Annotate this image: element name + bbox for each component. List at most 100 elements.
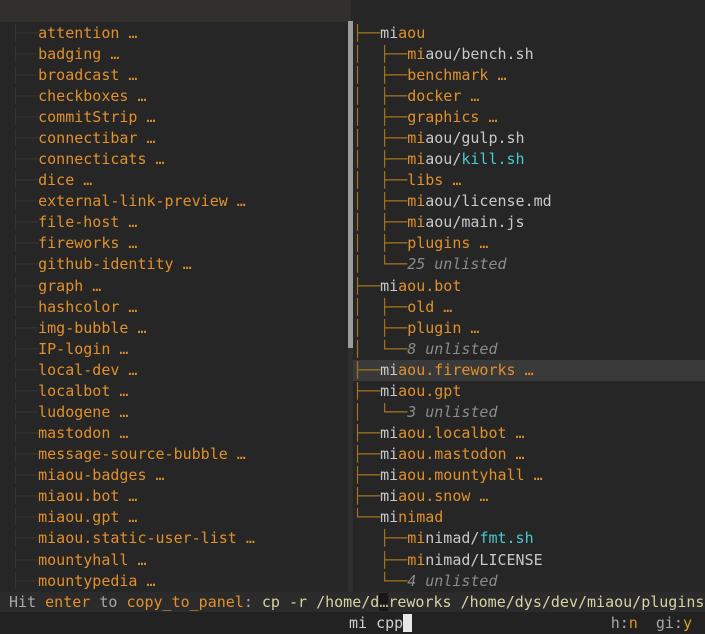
tree-row[interactable]: │ ├──miaou/kill.sh	[353, 149, 705, 170]
text-segment: │ ├──	[353, 129, 407, 147]
text-segment: …	[379, 593, 388, 611]
tree-row[interactable]: │ ├──old …	[353, 297, 705, 318]
tree-row[interactable]: │ └──8 unlisted	[353, 339, 705, 360]
right-panel-header: /home/dys/dev	[353, 0, 705, 22]
left-panel-tree: ├──attention … ├──badging … ├──broadcast…	[0, 22, 348, 592]
tree-row[interactable]: ├──broadcast …	[0, 65, 348, 86]
tree-row[interactable]: │ ├──miaou/gulp.sh	[353, 128, 705, 149]
text-segment: ├──	[2, 192, 38, 210]
tree-row[interactable]: ├──miaou.static-user-list …	[0, 528, 348, 549]
left-panel-header: /home/dys/dev/miaou/plugins	[0, 0, 351, 22]
tree-row[interactable]: ├──mountypedia …	[0, 571, 348, 592]
text-segment: docker …	[407, 87, 479, 105]
text-segment: │ └──	[353, 255, 407, 273]
text-segment: ├──	[2, 508, 38, 526]
text-segment: ├──	[2, 129, 38, 147]
tree-row[interactable]: │ ├──miaou/bench.sh	[353, 44, 705, 65]
text-segment: mi	[380, 24, 398, 42]
tree-row[interactable]: ├──dice …	[0, 170, 348, 191]
text-segment: mi	[380, 445, 398, 463]
text-segment: enter	[45, 593, 90, 611]
text-segment: ├──	[2, 466, 38, 484]
text-segment: ├──	[2, 108, 38, 126]
text-segment: mi	[407, 529, 425, 547]
tree-row[interactable]: ├──miaou.bot	[353, 276, 705, 297]
tree-row[interactable]: ├──ludogene …	[0, 402, 348, 423]
tree-row[interactable]: ├──localbot …	[0, 381, 348, 402]
tree-row[interactable]: │ ├──docker …	[353, 86, 705, 107]
text-segment: graphics …	[407, 108, 497, 126]
text-segment: └──	[353, 508, 380, 526]
tree-row[interactable]: ├──graph …	[0, 276, 348, 297]
tree-row[interactable]: ├──miaou-badges …	[0, 465, 348, 486]
tree-row-selected[interactable]: ├──miaou.fireworks …	[353, 360, 705, 381]
tree-row[interactable]: │ ├──miaou/license.md	[353, 191, 705, 212]
tree-row[interactable]: └──minimad	[353, 507, 705, 528]
tree-row[interactable]: ├──miaou.gpt …	[0, 507, 348, 528]
tree-row[interactable]: ├──external-link-preview …	[0, 191, 348, 212]
tree-row[interactable]: ├──miaou.bot …	[0, 486, 348, 507]
tree-row[interactable]: ├──github-identity …	[0, 254, 348, 275]
text-segment: connectibar …	[38, 129, 155, 147]
tree-row[interactable]: ├──checkboxes …	[0, 86, 348, 107]
tree-row[interactable]: ├──connecticats …	[0, 149, 348, 170]
text-segment: ├──	[353, 529, 407, 547]
tree-row[interactable]: │ ├──benchmark …	[353, 65, 705, 86]
command-input[interactable]: mi cpp	[349, 612, 412, 634]
text-segment: mi	[380, 508, 398, 526]
text-segment: miaou.gpt …	[38, 508, 137, 526]
input-bar: mi cpp h:n gi:y	[0, 612, 705, 634]
tree-row[interactable]: ├──miaou	[353, 23, 705, 44]
text-segment: checkboxes …	[38, 87, 146, 105]
tree-row[interactable]: ├──badging …	[0, 44, 348, 65]
tree-row[interactable]: ├──img-bubble …	[0, 318, 348, 339]
text-segment: localbot …	[38, 382, 128, 400]
text-segment: mi	[380, 382, 398, 400]
tree-row[interactable]: ├──mountyhall …	[0, 550, 348, 571]
text-segment: ├──	[2, 277, 38, 295]
tree-row[interactable]: ├──miaou.mastodon …	[353, 444, 705, 465]
tree-row[interactable]: ├──local-dev …	[0, 360, 348, 381]
text-segment: aou/bench.sh	[425, 45, 533, 63]
text-segment: │ ├──	[353, 234, 407, 252]
tree-row[interactable]: │ └──25 unlisted	[353, 254, 705, 275]
tree-row[interactable]: │ └──3 unlisted	[353, 402, 705, 423]
tree-row[interactable]: │ ├──miaou/main.js	[353, 212, 705, 233]
tree-row[interactable]: ├──miaou.snow …	[353, 486, 705, 507]
text-segment: mi	[407, 551, 425, 569]
tree-row[interactable]: ├──commitStrip …	[0, 107, 348, 128]
text-segment: ludogene …	[38, 403, 128, 421]
text-segment: ├──	[2, 24, 38, 42]
tree-row[interactable]: ├──IP-login …	[0, 339, 348, 360]
tree-row[interactable]: ├──minimad/fmt.sh	[353, 528, 705, 549]
text-segment: img-bubble …	[38, 319, 146, 337]
tree-row[interactable]: │ ├──plugins …	[353, 233, 705, 254]
text-segment: │ ├──	[353, 319, 407, 337]
tree-row[interactable]: ├──attention …	[0, 23, 348, 44]
tree-row[interactable]: │ ├──graphics …	[353, 107, 705, 128]
text-segment: mi	[380, 277, 398, 295]
tree-row[interactable]: │ ├──libs …	[353, 170, 705, 191]
tree-row[interactable]: ├──message-source-bubble …	[0, 444, 348, 465]
tree-row[interactable]: ├──fireworks …	[0, 233, 348, 254]
tree-row[interactable]: ├──file-host …	[0, 212, 348, 233]
tree-row[interactable]: ├──minimad/LICENSE	[353, 550, 705, 571]
text-segment: ├──	[2, 213, 38, 231]
text-segment: reworks /home/dys/dev/miaou/plugins	[388, 593, 704, 611]
text-segment: aou.snow …	[398, 487, 488, 505]
text-segment: │ ├──	[353, 171, 407, 189]
tree-row[interactable]: └──4 unlisted	[353, 571, 705, 592]
tree-row[interactable]: ├──hashcolor …	[0, 297, 348, 318]
tree-row[interactable]: ├──miaou.gpt	[353, 381, 705, 402]
text-segment: h:	[611, 614, 629, 632]
tree-row[interactable]: ├──mastodon …	[0, 423, 348, 444]
tree-row[interactable]: ├──connectibar …	[0, 128, 348, 149]
text-segment: dice …	[38, 171, 92, 189]
tree-row[interactable]: ├──miaou.localbot …	[353, 423, 705, 444]
text-segment: libs …	[407, 171, 461, 189]
text-segment: mi	[380, 424, 398, 442]
text-segment: aou/main.js	[425, 213, 524, 231]
tree-row[interactable]: ├──miaou.mountyhall …	[353, 465, 705, 486]
text-segment: mi	[407, 213, 425, 231]
tree-row[interactable]: │ ├──plugin …	[353, 318, 705, 339]
